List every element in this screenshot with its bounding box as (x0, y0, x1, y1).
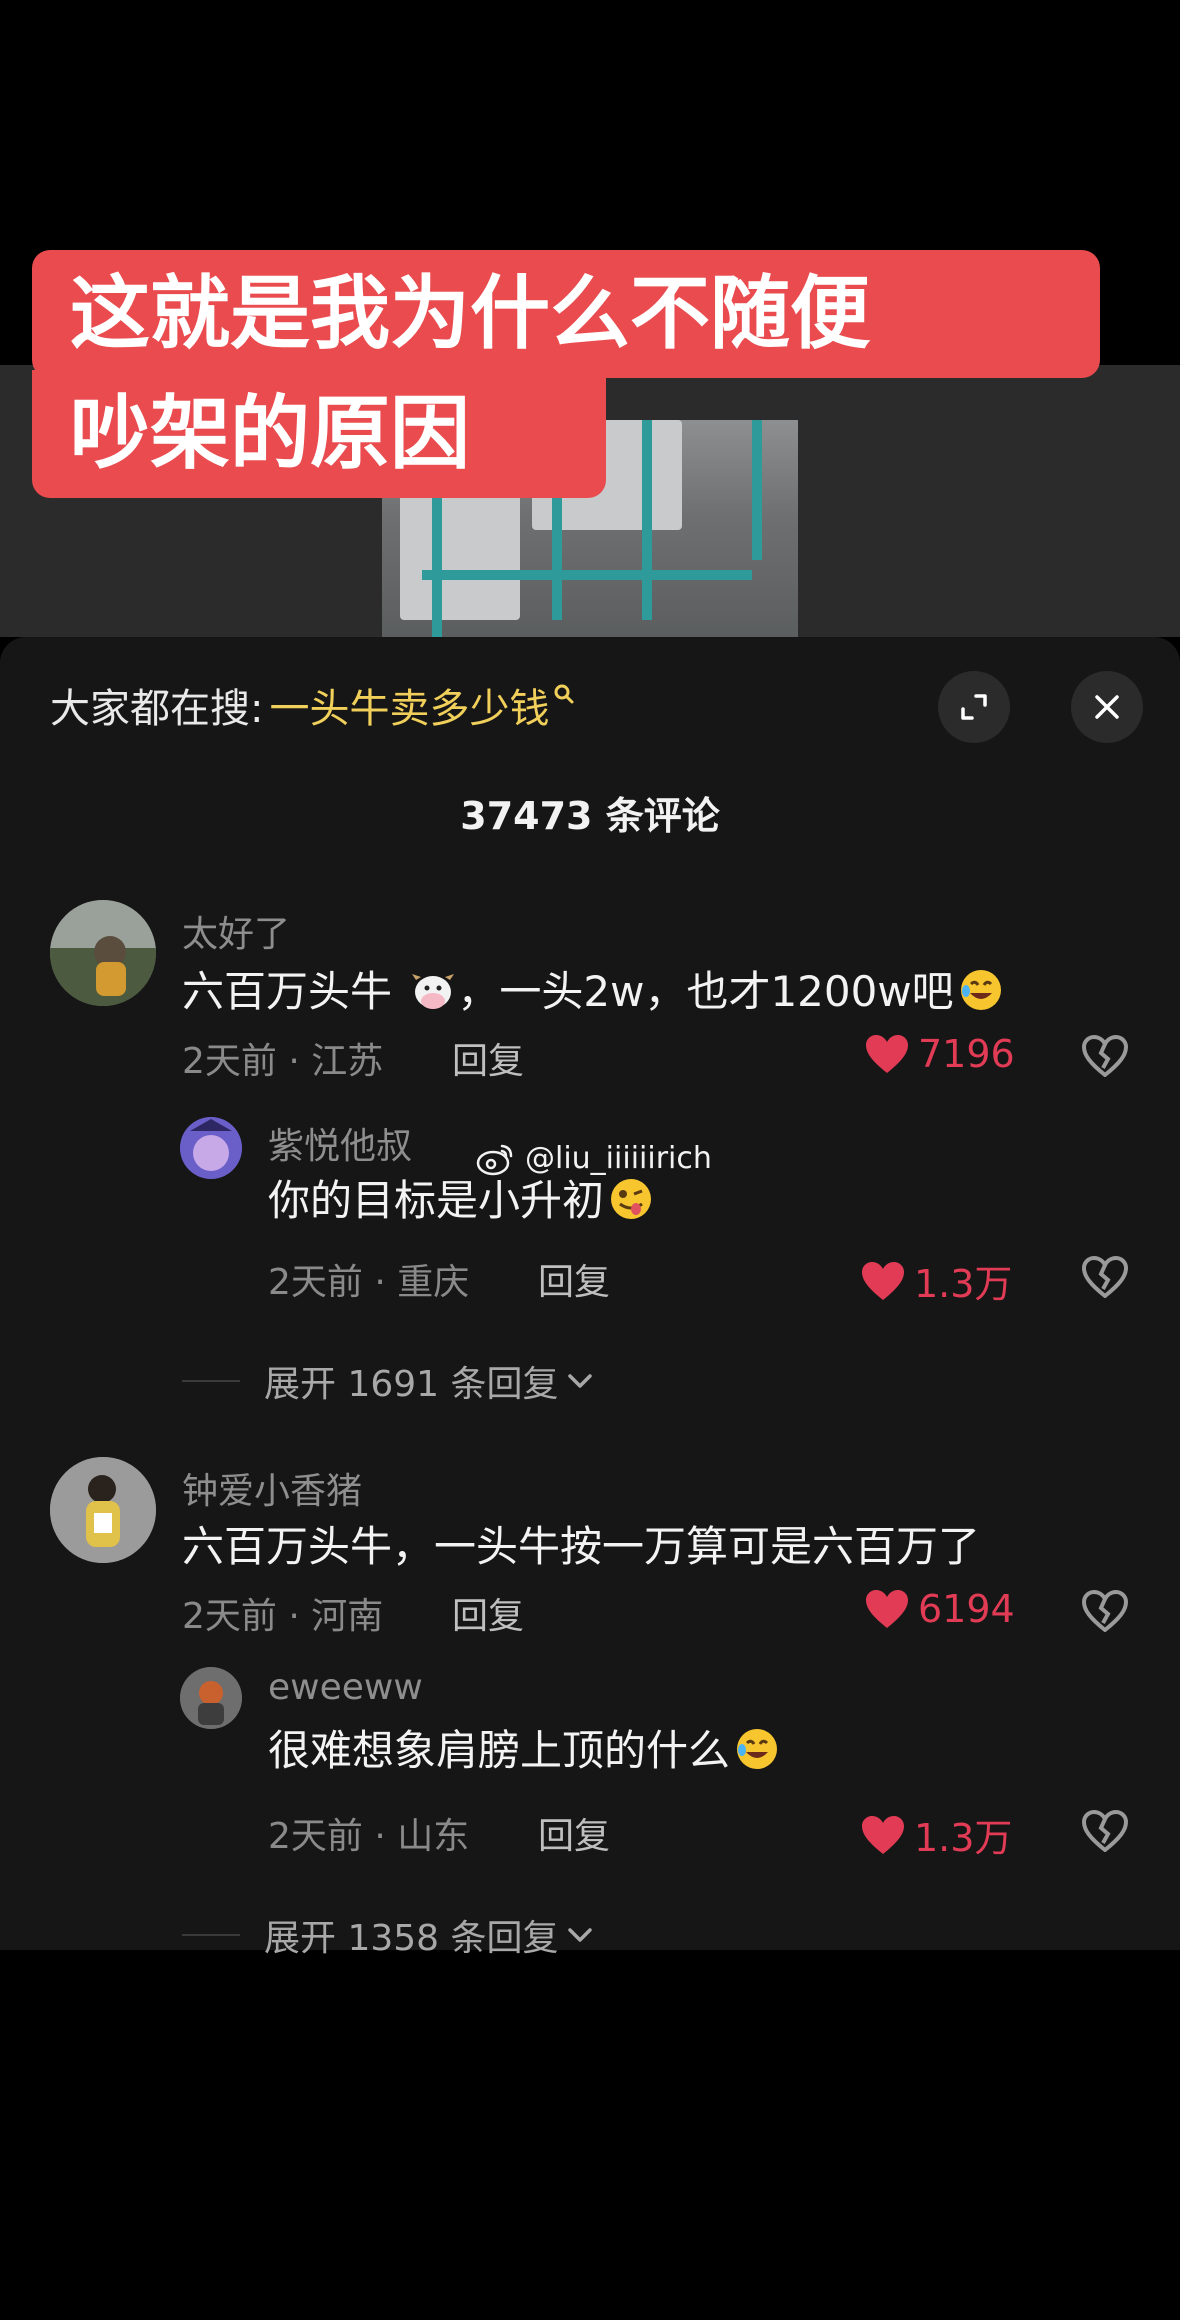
reply-text: 你的目标是小升初 (268, 1167, 654, 1232)
reply-meta: 2天前 · 山东 (268, 1816, 470, 1857)
like-count: 6194 (918, 1587, 1015, 1631)
search-icon (553, 679, 575, 712)
broken-heart-icon[interactable] (1081, 1034, 1129, 1081)
heart-icon (866, 1590, 908, 1628)
heart-icon (862, 1815, 904, 1854)
comment-text: 六百万头牛 ，一头2w，也才1200w吧 (182, 958, 1004, 1023)
search-term-link[interactable]: 一头牛卖多少钱 (269, 676, 549, 734)
reply-button[interactable]: 回复 (538, 1253, 610, 1305)
chevron-down-icon (567, 1928, 592, 1942)
cow-emoji-icon (409, 968, 457, 1022)
comment-text: 六百万头牛，一头牛按一万算可是六百万了 (182, 1522, 981, 1571)
winking-tongue-emoji-icon (608, 1176, 654, 1232)
reply-author[interactable]: eweeww (268, 1667, 423, 1708)
reply-button[interactable]: 回复 (452, 1032, 524, 1084)
screenshot-page: 这就是我为什么不随便 吵架的原因 大家都在搜: 一头牛卖多少钱 37473 条评… (0, 0, 1180, 2320)
like-button[interactable]: 1.3万 (860, 1807, 1012, 1862)
heart-icon (862, 1261, 904, 1300)
comment-author[interactable]: 钟爱小香猪 (182, 1462, 362, 1514)
comment-count: 37473 条评论 (460, 794, 720, 838)
avatar[interactable] (50, 1457, 156, 1563)
expand-replies-button[interactable]: 展开 1358 条回复 (182, 1909, 595, 1961)
expand-replies-button[interactable]: 展开 1691 条回复 (182, 1355, 595, 1407)
heart-icon (866, 1035, 908, 1073)
weibo-icon (476, 1144, 513, 1175)
like-button[interactable]: 6194 (864, 1587, 1015, 1631)
reply-button[interactable]: 回复 (452, 1587, 524, 1639)
laughing-emoji-icon (958, 967, 1004, 1023)
like-count: 1.3万 (914, 1262, 1013, 1306)
like-button[interactable]: 7196 (864, 1032, 1015, 1076)
avatar[interactable] (180, 1667, 242, 1729)
comment-author[interactable]: 太好了 (182, 905, 290, 957)
reply-meta: 2天前 · 重庆 (268, 1262, 470, 1303)
reply-button[interactable]: 回复 (538, 1807, 610, 1859)
broken-heart-icon[interactable] (1081, 1255, 1129, 1302)
broken-heart-icon[interactable] (1081, 1809, 1129, 1856)
reply-text: 很难想象肩膀上顶的什么 (268, 1717, 780, 1782)
comment-meta: 2天前 · 河南 (182, 1596, 384, 1637)
broken-heart-icon[interactable] (1081, 1589, 1129, 1636)
caption-line-2: 吵架的原因 (32, 370, 606, 498)
close-icon[interactable] (1071, 671, 1143, 743)
like-count: 1.3万 (914, 1816, 1013, 1860)
like-count: 7196 (918, 1032, 1015, 1076)
search-prefix: 大家都在搜: (50, 686, 264, 732)
avatar[interactable] (180, 1117, 242, 1179)
caption-line-1: 这就是我为什么不随便 (32, 250, 1100, 378)
trending-search[interactable]: 大家都在搜: 一头牛卖多少钱 (50, 675, 575, 735)
divider (182, 1934, 240, 1936)
comment-meta: 2天前 · 江苏 (182, 1041, 384, 1082)
laughing-emoji-icon (734, 1726, 780, 1782)
expand-icon[interactable] (938, 671, 1010, 743)
divider (182, 1380, 240, 1382)
like-button[interactable]: 1.3万 (860, 1253, 1012, 1308)
weibo-watermark: @liu_iiiiiirich (475, 1141, 712, 1176)
reply-author[interactable]: 紫悦他叔 (268, 1117, 412, 1169)
avatar[interactable] (50, 900, 156, 1006)
comment-sheet: 大家都在搜: 一头牛卖多少钱 37473 条评论 太好了 六百万头牛 ，一头2w… (0, 637, 1180, 1959)
chevron-down-icon (567, 1374, 592, 1388)
